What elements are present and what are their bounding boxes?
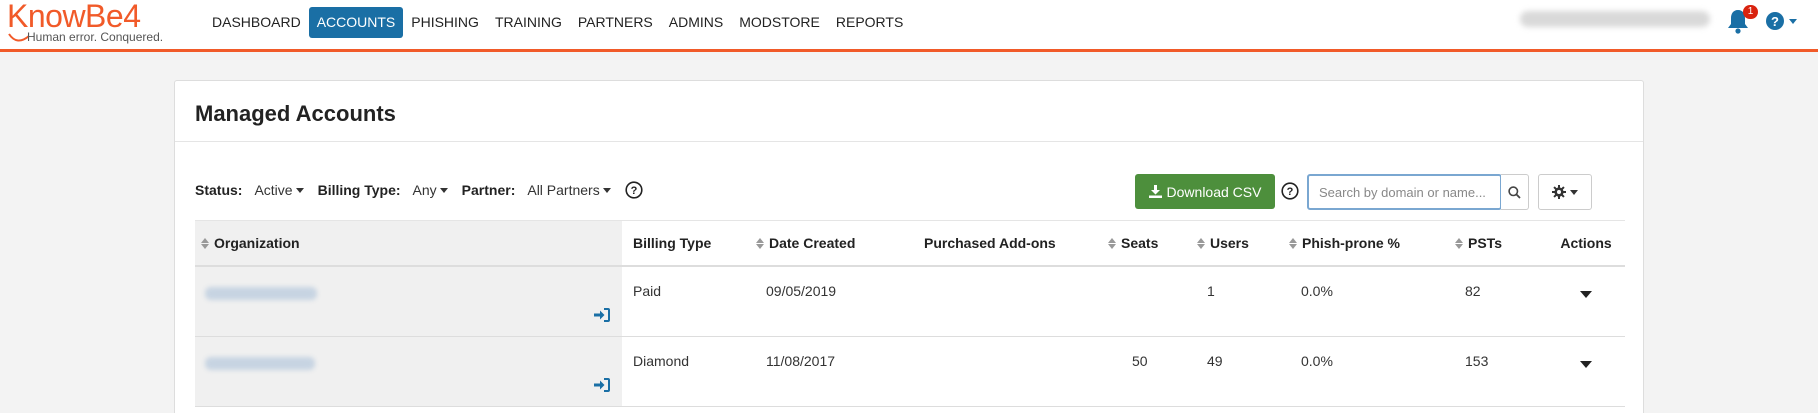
- actions-cell: [1547, 337, 1625, 406]
- org-cell: [195, 337, 622, 406]
- sort-icon: [756, 237, 764, 249]
- svg-text:?: ?: [630, 185, 637, 197]
- partner-filter-label: Partner:: [461, 182, 516, 198]
- org-name-redacted[interactable]: [205, 357, 315, 370]
- svg-text:?: ?: [1771, 14, 1779, 29]
- page-title: Managed Accounts: [195, 101, 396, 126]
- svg-text:?: ?: [1287, 186, 1294, 198]
- partner-filter-value: All Partners: [527, 182, 600, 198]
- actions-cell: [1547, 267, 1625, 336]
- actions-dropdown-icon[interactable]: [1580, 361, 1592, 368]
- addons-cell: [908, 267, 1108, 336]
- managed-accounts-panel: Managed Accounts Status: Active Billing …: [174, 80, 1644, 413]
- sort-icon: [1197, 237, 1205, 249]
- table-row: Diamond 11/08/2017 50 49 0.0% 153: [195, 337, 1625, 407]
- logo-wordmark: KnowBe4: [7, 0, 141, 34]
- sort-icon: [1455, 237, 1463, 249]
- csv-help-icon[interactable]: ?: [1281, 182, 1299, 200]
- addons-cell: [908, 337, 1108, 406]
- billing-filter-dropdown[interactable]: Any: [413, 182, 448, 198]
- col-psts-header[interactable]: PSTs: [1455, 221, 1547, 265]
- nav-training[interactable]: TRAINING: [487, 7, 570, 38]
- date-created-cell: 09/05/2019: [766, 283, 837, 299]
- sort-icon: [1108, 237, 1116, 249]
- main-nav: DASHBOARD ACCOUNTS PHISHING TRAINING PAR…: [204, 7, 911, 38]
- col-actions-header: Actions: [1560, 235, 1612, 251]
- users-cell: 1: [1207, 283, 1215, 299]
- logo-tagline: Human error. Conquered.: [27, 30, 164, 44]
- phish-prone-cell: 0.0%: [1301, 353, 1333, 369]
- psts-cell: 153: [1465, 353, 1489, 369]
- nav-admins[interactable]: ADMINS: [661, 7, 731, 38]
- col-seats-header[interactable]: Seats: [1108, 221, 1197, 265]
- chevron-down-icon: [1789, 18, 1797, 24]
- caret-down-icon: [295, 187, 304, 193]
- settings-menu-button[interactable]: [1538, 174, 1592, 210]
- top-navbar: KnowBe4 Human error. Conquered. DASHBOAR…: [0, 0, 1818, 52]
- org-name-redacted[interactable]: [205, 287, 317, 300]
- psts-cell: 82: [1465, 283, 1481, 299]
- col-organization-header[interactable]: Organization: [195, 221, 622, 265]
- nav-dashboard[interactable]: DASHBOARD: [204, 7, 309, 38]
- caret-down-icon: [1570, 189, 1578, 195]
- notification-badge: 1: [1743, 5, 1758, 19]
- col-date-created-header[interactable]: Date Created: [756, 221, 908, 265]
- sign-in-icon[interactable]: [594, 378, 610, 392]
- sort-icon: [1289, 237, 1297, 249]
- status-filter-label: Status:: [195, 182, 243, 198]
- seats-cell: [1108, 267, 1197, 336]
- nav-accounts[interactable]: ACCOUNTS: [308, 7, 404, 38]
- download-csv-label: Download CSV: [1166, 183, 1262, 200]
- accounts-table: Organization Billing Type Date Created P…: [195, 220, 1625, 407]
- users-cell: 49: [1207, 353, 1223, 369]
- table-row: Paid 09/05/2019 1 0.0% 82: [195, 267, 1625, 337]
- date-created-cell: 11/08/2017: [766, 353, 836, 369]
- download-icon: [1148, 185, 1162, 198]
- search-input[interactable]: [1307, 174, 1502, 210]
- col-phish-prone-header[interactable]: Phish-prone %: [1289, 221, 1455, 265]
- billing-type-cell: Diamond: [633, 353, 690, 369]
- question-circle-icon: ?: [1766, 12, 1784, 30]
- sort-icon: [201, 237, 209, 249]
- download-csv-button[interactable]: Download CSV: [1135, 174, 1275, 209]
- nav-reports[interactable]: REPORTS: [828, 7, 911, 38]
- table-header: Organization Billing Type Date Created P…: [195, 220, 1625, 267]
- col-billing-type-header: Billing Type: [633, 235, 712, 251]
- partner-filter-dropdown[interactable]: All Partners: [527, 182, 611, 198]
- actions-dropdown-icon[interactable]: [1580, 291, 1592, 298]
- seats-cell: 50: [1132, 353, 1148, 369]
- billing-type-cell: Paid: [633, 283, 662, 299]
- user-email-redacted[interactable]: [1520, 11, 1710, 27]
- nav-phishing[interactable]: PHISHING: [403, 7, 487, 38]
- filter-help-icon[interactable]: ?: [625, 181, 643, 199]
- phish-prone-cell: 0.0%: [1301, 283, 1333, 299]
- panel-heading: Managed Accounts: [175, 81, 1643, 142]
- knowbe4-logo[interactable]: KnowBe4 Human error. Conquered.: [7, 0, 179, 46]
- col-addons-header: Purchased Add-ons: [924, 235, 1056, 251]
- nav-partners[interactable]: PARTNERS: [570, 7, 661, 38]
- billing-filter-label: Billing Type:: [317, 182, 401, 198]
- notifications-button[interactable]: 1: [1726, 5, 1758, 36]
- search-button[interactable]: [1501, 174, 1529, 210]
- org-cell: [195, 267, 622, 336]
- gear-icon: [1552, 185, 1566, 199]
- status-filter-value: Active: [254, 182, 293, 198]
- caret-down-icon: [439, 187, 448, 193]
- billing-filter-value: Any: [412, 182, 437, 198]
- status-filter-dropdown[interactable]: Active: [254, 182, 304, 198]
- nav-modstore[interactable]: MODSTORE: [731, 7, 828, 38]
- help-menu-button[interactable]: ?: [1765, 11, 1801, 31]
- col-users-header[interactable]: Users: [1197, 221, 1289, 265]
- filter-bar: Status: Active Billing Type: Any Partner…: [195, 181, 643, 199]
- sign-in-icon[interactable]: [594, 308, 610, 322]
- caret-down-icon: [602, 187, 611, 193]
- search-icon: [1508, 185, 1521, 199]
